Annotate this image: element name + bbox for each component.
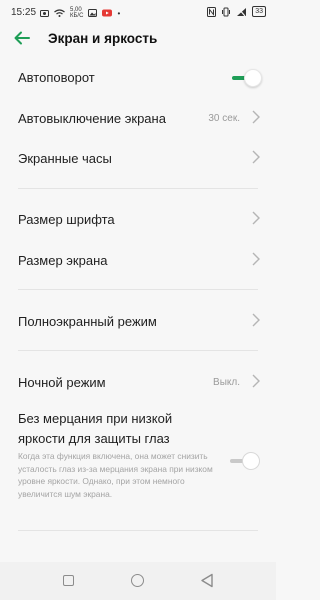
- app-header: Экран и яркость: [0, 26, 276, 54]
- wifi-icon: [54, 9, 65, 17]
- signal-icon: [237, 7, 247, 16]
- setting-fullscreen-mode[interactable]: Полноэкранный режим: [0, 304, 276, 340]
- setting-screen-timeout[interactable]: Автовыключение экрана 30 сек.: [0, 101, 276, 137]
- toggle-knob: [242, 452, 260, 470]
- setting-label: Без мерцания при низкой яркости для защи…: [18, 411, 173, 446]
- navigation-bar: [0, 562, 276, 600]
- setting-auto-rotate[interactable]: Автоповорот: [0, 60, 276, 96]
- setting-display-size[interactable]: Размер экрана: [0, 243, 276, 279]
- status-bar: 15:25 5,00 КБ/С • 33: [0, 0, 276, 24]
- vibrate-icon: [222, 7, 231, 16]
- flicker-free-toggle[interactable]: [230, 452, 260, 470]
- setting-label: Автовыключение экрана: [18, 111, 166, 126]
- status-system-icons: 33: [207, 6, 266, 17]
- chevron-right-icon: [252, 110, 260, 124]
- more-notifications-icon: •: [117, 8, 121, 18]
- setting-label: Полноэкранный режим: [18, 314, 157, 329]
- status-notification-icons: 5,00 КБ/С •: [40, 7, 120, 19]
- section-divider: [18, 350, 258, 351]
- section-divider: [18, 188, 258, 189]
- setting-description: Когда эта функция включена, она может сн…: [18, 451, 213, 499]
- chevron-right-icon: [252, 252, 260, 266]
- image-icon: [88, 9, 98, 17]
- chevron-right-icon: [252, 150, 260, 164]
- chevron-right-icon: [252, 374, 260, 388]
- setting-label: Размер экрана: [18, 253, 108, 268]
- setting-font-size[interactable]: Размер шрифта: [0, 202, 276, 238]
- chevron-right-icon: [252, 211, 260, 225]
- setting-value: 30 сек.: [208, 113, 240, 124]
- page-title: Экран и яркость: [48, 31, 158, 46]
- network-speed-unit: КБ/С: [70, 13, 84, 19]
- setting-label: Автоповорот: [18, 70, 95, 85]
- section-divider: [18, 289, 258, 290]
- nfc-icon: [207, 6, 217, 17]
- back-triangle-icon[interactable]: [200, 573, 214, 588]
- setting-screen-clock[interactable]: Экранные часы: [0, 141, 276, 177]
- network-speed: 5,00 КБ/С: [70, 7, 83, 19]
- camera-icon: [40, 10, 49, 17]
- auto-rotate-toggle[interactable]: [232, 69, 262, 87]
- status-time: 15:25: [11, 7, 37, 18]
- home-button[interactable]: [131, 574, 144, 587]
- back-button[interactable]: [14, 28, 30, 49]
- toggle-knob: [244, 69, 262, 87]
- battery-icon: 33: [252, 6, 266, 17]
- recent-apps-button[interactable]: [63, 575, 74, 586]
- chevron-right-icon: [252, 313, 260, 327]
- setting-label: Размер шрифта: [18, 212, 115, 227]
- setting-label: Экранные часы: [18, 151, 112, 166]
- setting-value: Выкл.: [213, 377, 240, 388]
- setting-night-mode[interactable]: Ночной режим Выкл.: [0, 365, 276, 401]
- setting-label: Ночной режим: [18, 375, 106, 390]
- section-divider: [18, 530, 258, 531]
- arrow-left-icon: [14, 31, 30, 45]
- youtube-icon: [102, 9, 113, 17]
